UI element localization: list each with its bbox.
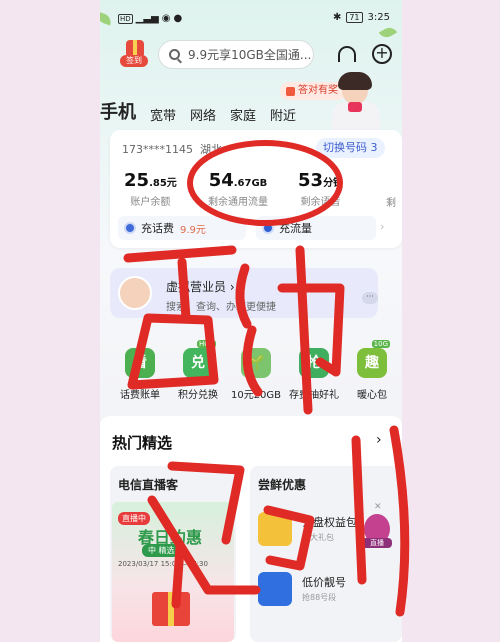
right-background bbox=[402, 0, 500, 642]
live-subtitle: 中 精选 bbox=[142, 544, 181, 557]
points-icon: 兑 bbox=[183, 348, 213, 378]
signin-label: 签到 bbox=[120, 55, 148, 67]
quick-item-points[interactable]: 兑 HOT 积分兑换 bbox=[168, 340, 228, 401]
stat-data[interactable]: 54.67GB 剩余通用流量 bbox=[208, 170, 268, 208]
live-float-button[interactable]: 直播 bbox=[362, 514, 392, 548]
tab-network[interactable]: 网络 bbox=[190, 105, 216, 124]
tab-broadband[interactable]: 宽带 bbox=[150, 105, 176, 124]
live-card-title: 电信直播客 bbox=[118, 478, 179, 492]
virtual-agent-desc: 搜索、查询、办理更便捷 bbox=[166, 302, 276, 313]
live-date: 2023/03/17 15:00—17:30 bbox=[118, 560, 208, 568]
network-indicator: HD bbox=[118, 13, 133, 24]
data-icon bbox=[262, 222, 274, 234]
recharge-fee-button[interactable]: 充话费 9.9元 bbox=[118, 216, 246, 240]
virtual-agent-banner[interactable]: 虚拟营业员 › 搜索、查询、办理更便捷 ··· bbox=[110, 268, 378, 318]
search-placeholder: 9.9元享10GB全国通... bbox=[188, 48, 312, 62]
grab-icon: 抢 bbox=[299, 348, 329, 378]
live-promo-image[interactable]: 直播中 春日约惠 中 精选 2023/03/17 15:00—17:30 bbox=[112, 502, 234, 642]
stat-voice[interactable]: 53分钟 剩余语音 bbox=[298, 170, 343, 208]
battery-indicator: 71 bbox=[346, 12, 363, 23]
add-icon[interactable]: + bbox=[372, 44, 392, 64]
bill-icon: 看 bbox=[125, 348, 155, 378]
chevron-right-icon[interactable]: › bbox=[380, 220, 384, 233]
quick-item-plan[interactable]: 🌱 10元20GB bbox=[226, 348, 286, 401]
clock: 3:25 bbox=[367, 12, 390, 23]
switch-number-button[interactable]: 切换号码 3 bbox=[316, 138, 385, 158]
product-item[interactable]: 低价靓号 抢88号段 bbox=[258, 570, 398, 614]
agent-avatar bbox=[118, 276, 152, 310]
data-badge: 10G bbox=[371, 340, 390, 348]
quick-item-deposit[interactable]: 抢 存费抽好礼 bbox=[284, 348, 344, 401]
gift-box-icon bbox=[152, 592, 190, 626]
quick-item-bill[interactable]: 看 话费账单 bbox=[110, 348, 170, 401]
number-card-icon bbox=[258, 572, 292, 606]
left-background bbox=[0, 0, 100, 642]
offer-card[interactable]: 尝鲜优惠 ✕ 云盘权益包 享大礼包 直播 低价靓号 抢88号段 bbox=[250, 466, 402, 642]
quick-actions: 看 话费账单 兑 HOT 积分兑换 🌱 10元20GB 抢 存费抽好礼 趣 10… bbox=[110, 340, 402, 406]
offer-card-title: 尝鲜优惠 bbox=[258, 478, 307, 492]
tab-mobile[interactable]: 手机 bbox=[100, 98, 136, 124]
status-bar: HD ▁▃▅ ◉ ● ✱ 71 3:25 bbox=[100, 0, 402, 34]
message-icon: ● bbox=[173, 13, 183, 24]
search-icon bbox=[169, 49, 180, 60]
account-card: 173****1145 湖北 切换号码 3 25.85元 账户余额 54.67G… bbox=[110, 130, 402, 248]
coin-icon bbox=[124, 222, 136, 234]
tab-nearby[interactable]: 附近 bbox=[270, 105, 296, 124]
chevron-right-icon[interactable]: › bbox=[376, 432, 382, 448]
hot-badge: HOT bbox=[196, 340, 216, 348]
fun-icon: 趣 bbox=[357, 348, 387, 378]
phone-screen: HD ▁▃▅ ◉ ● ✱ 71 3:25 签到 9.9元享10GB全国通... … bbox=[100, 0, 402, 642]
stat-more: 剩 bbox=[386, 198, 396, 209]
live-card[interactable]: 电信直播客 直播中 春日约惠 中 精选 2023/03/17 15:00—17:… bbox=[110, 466, 236, 642]
hot-section-title: 热门精选 bbox=[112, 434, 173, 452]
recharge-data-button[interactable]: 充流量 bbox=[256, 216, 376, 240]
category-tabs: 手机 宽带 网络 家庭 附近 bbox=[100, 98, 296, 124]
chat-icon[interactable]: ··· bbox=[362, 292, 378, 304]
cloud-gift-icon bbox=[258, 512, 292, 546]
stat-balance[interactable]: 25.85元 账户余额 bbox=[124, 170, 177, 208]
plant-icon: 🌱 bbox=[241, 348, 271, 378]
mascot-image bbox=[326, 72, 386, 132]
quick-item-care[interactable]: 趣 10G 暖心包 bbox=[342, 340, 402, 401]
gift-icon bbox=[286, 86, 295, 96]
virtual-agent-title: 虚拟营业员 › bbox=[166, 280, 235, 294]
recharge-data-label: 充流量 bbox=[279, 222, 312, 235]
recharge-fee-sub: 9.9元 bbox=[180, 224, 206, 236]
phone-number: 173****1145 湖北 bbox=[122, 143, 222, 156]
search-input[interactable]: 9.9元享10GB全国通... bbox=[158, 40, 314, 69]
tab-family[interactable]: 家庭 bbox=[230, 105, 256, 124]
headset-icon[interactable] bbox=[338, 46, 356, 62]
wifi-icon: ◉ bbox=[161, 13, 171, 24]
top-bar: 签到 9.9元享10GB全国通... + bbox=[110, 40, 400, 70]
signin-button[interactable]: 签到 bbox=[116, 40, 152, 70]
recharge-fee-label: 充话费 bbox=[141, 222, 174, 235]
card-actions: 充话费 9.9元 充流量 › bbox=[118, 216, 398, 240]
signal-icon: ▁▃▅ bbox=[135, 13, 159, 24]
bluetooth-icon: ✱ bbox=[332, 12, 342, 23]
